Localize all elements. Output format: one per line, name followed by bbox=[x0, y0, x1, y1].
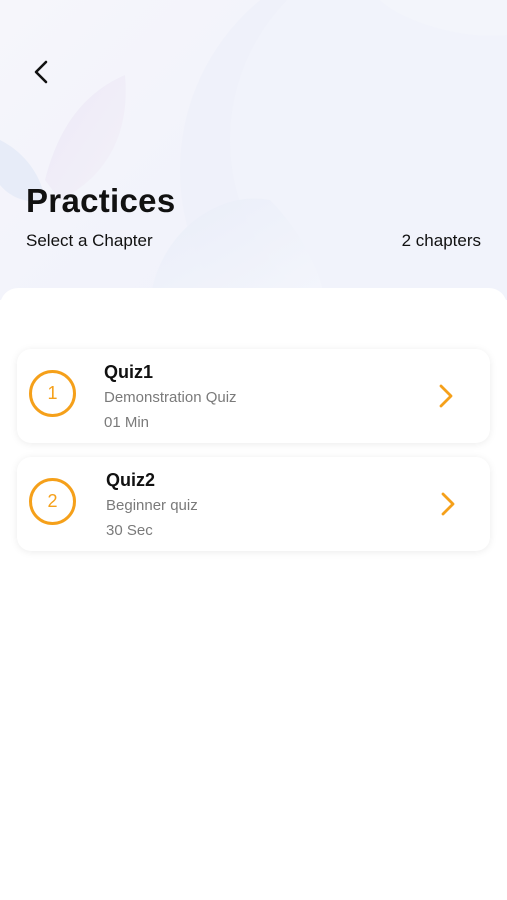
chevron-right-icon[interactable] bbox=[436, 383, 456, 409]
quiz-title: Quiz1 bbox=[104, 362, 154, 382]
quiz-card-2[interactable]: 2 Quiz2 Beginner quiz 30 Sec bbox=[17, 457, 490, 551]
chapter-count: 2 chapters bbox=[401, 231, 481, 250]
page-subtitle: Select a Chapter bbox=[26, 231, 153, 250]
chevron-right-icon[interactable] bbox=[438, 491, 458, 517]
quiz-duration: 30 Sec bbox=[106, 522, 153, 539]
chevron-left-icon bbox=[34, 60, 48, 84]
quiz-number: 2 bbox=[47, 491, 58, 511]
back-button[interactable] bbox=[22, 52, 62, 92]
quiz-number-badge: 1 bbox=[29, 370, 76, 417]
quiz-title: Quiz2 bbox=[106, 470, 156, 490]
quiz-description: Beginner quiz bbox=[106, 497, 198, 514]
header-background bbox=[0, 0, 507, 300]
quiz-card-1[interactable]: 1 Quiz1 Demonstration Quiz 01 Min bbox=[17, 349, 490, 443]
quiz-number: 1 bbox=[47, 383, 58, 403]
page-title: Practices bbox=[26, 182, 176, 219]
practices-screen: Practices Select a Chapter 2 chapters 1 … bbox=[0, 0, 507, 900]
quiz-duration: 01 Min bbox=[104, 414, 150, 431]
quiz-description: Demonstration Quiz bbox=[104, 389, 237, 406]
quiz-number-badge: 2 bbox=[29, 478, 76, 525]
decorative-leaves bbox=[0, 0, 507, 300]
